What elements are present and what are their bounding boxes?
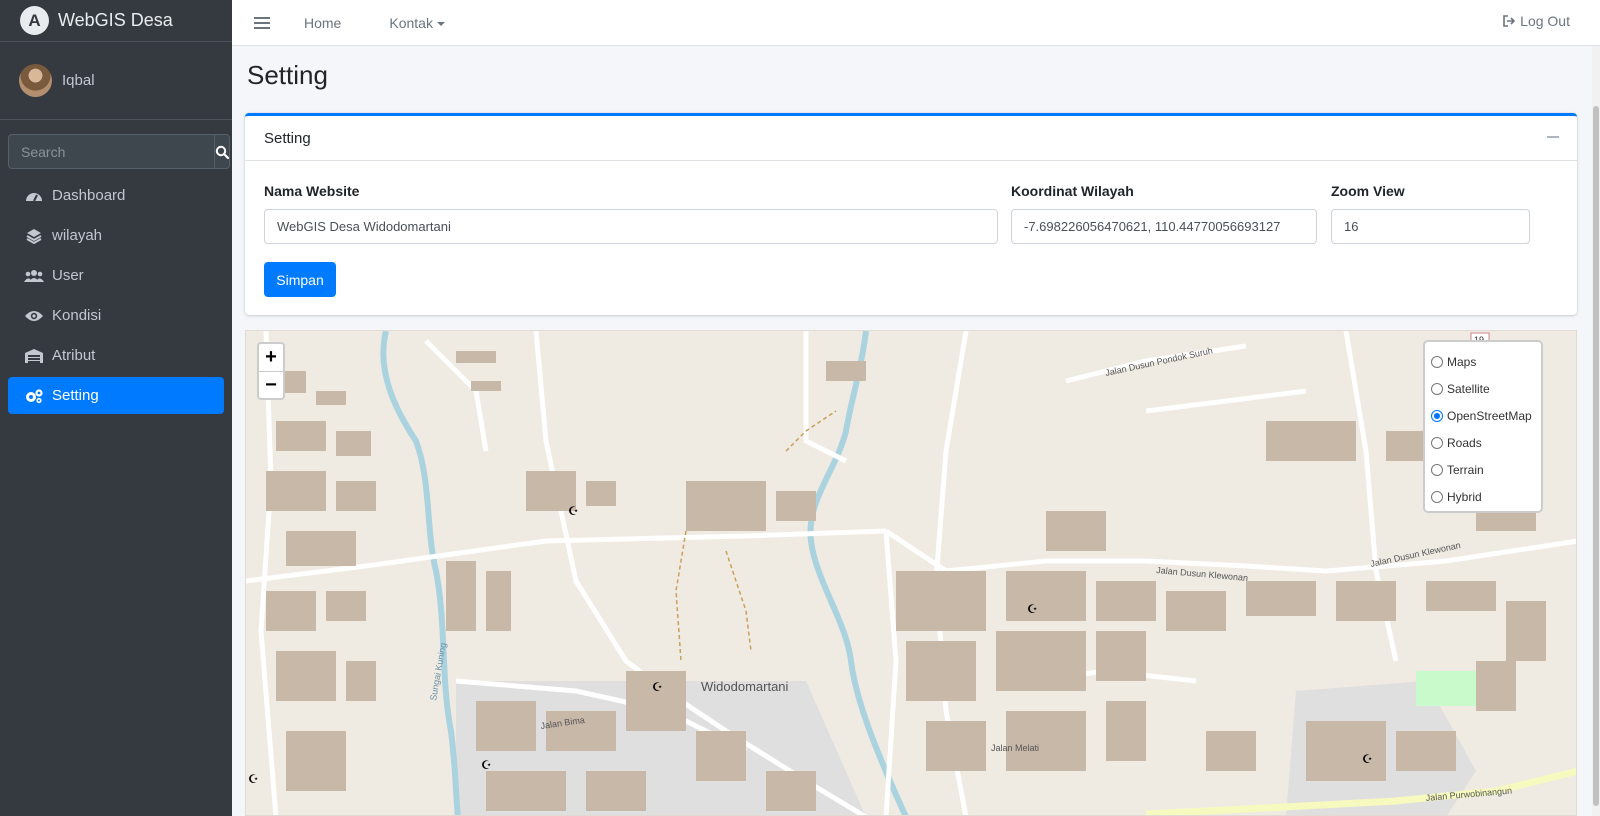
- mosque-icon[interactable]: ☪: [248, 772, 259, 786]
- zoom-in-button[interactable]: +: [259, 344, 283, 371]
- sidebar-item-dashboard[interactable]: Dashboard: [8, 177, 224, 214]
- sidebar-item-kondisi[interactable]: Kondisi: [8, 297, 224, 334]
- sidebar-item-label: Dashboard: [52, 187, 126, 204]
- setting-card: Setting Nama Website WebGIS Desa Widodom…: [245, 113, 1577, 315]
- kontak-label: Kontak: [389, 14, 433, 31]
- nama-website-input[interactable]: WebGIS Desa Widodomartani: [264, 209, 998, 244]
- map-view[interactable]: ☪ ☪ ☪ ☪ ☪ ☪ Widodomartani Jalan Dusun Po…: [245, 330, 1577, 816]
- map-tiles[interactable]: ☪ ☪ ☪ ☪ ☪ ☪ Widodomartani Jalan Dusun Po…: [246, 331, 1577, 816]
- sign-out-icon: [1503, 15, 1516, 27]
- page-scrollbar[interactable]: [1592, 46, 1600, 816]
- sidebar-item-label: User: [52, 267, 84, 284]
- nav-kontak-dropdown[interactable]: Kontak: [389, 15, 445, 31]
- zoom-view-label: Zoom View: [1331, 183, 1405, 199]
- park-area: [1416, 671, 1476, 706]
- nav-home-link[interactable]: Home: [304, 15, 341, 31]
- mosque-icon[interactable]: ☪: [481, 758, 492, 772]
- top-navbar: Home Kontak Log Out: [232, 0, 1600, 46]
- koordinat-wilayah-input[interactable]: -7.698226056470621, 110.44770056693127: [1011, 209, 1317, 244]
- road-label: Jalan Melati: [991, 743, 1039, 753]
- user-panel[interactable]: Iqbal: [0, 42, 232, 120]
- brand-link[interactable]: A WebGIS Desa: [0, 0, 232, 42]
- logout-label: Log Out: [1520, 13, 1570, 29]
- user-name[interactable]: Iqbal: [62, 72, 95, 89]
- sidebar-search: [8, 134, 230, 169]
- sidebar-item-atribut[interactable]: Atribut: [8, 337, 224, 374]
- layer-control: Maps Satellite OpenStreetMap Roads Terra…: [1423, 340, 1543, 513]
- sidebar-item-label: Atribut: [52, 347, 96, 364]
- mosque-icon[interactable]: ☪: [652, 680, 663, 694]
- nama-website-label: Nama Website: [264, 183, 360, 199]
- layer-option-satellite[interactable]: Satellite: [1431, 375, 1535, 402]
- sidebar-item-setting[interactable]: Setting: [8, 377, 224, 414]
- sidebar-item-label: Kondisi: [52, 307, 102, 324]
- menu-toggle-icon[interactable]: [254, 16, 270, 29]
- radio-button[interactable]: [1431, 490, 1443, 503]
- search-button[interactable]: [214, 134, 230, 169]
- card-header: Setting: [245, 116, 1577, 161]
- radio-button[interactable]: [1431, 355, 1443, 368]
- save-button[interactable]: Simpan: [264, 262, 336, 297]
- users-icon: [24, 266, 44, 286]
- village-label: Widodomartani: [701, 679, 789, 694]
- radio-button[interactable]: [1431, 463, 1443, 476]
- zoom-out-button[interactable]: −: [259, 371, 283, 398]
- mosque-icon[interactable]: ☪: [1362, 752, 1373, 766]
- layer-option-openstreetmap[interactable]: OpenStreetMap: [1431, 402, 1535, 429]
- card-title: Setting: [264, 129, 311, 147]
- avatar: [19, 64, 52, 97]
- layer-option-terrain[interactable]: Terrain: [1431, 456, 1535, 483]
- radio-button-checked[interactable]: [1431, 409, 1443, 422]
- scrollbar-thumb[interactable]: [1593, 106, 1599, 806]
- mosque-icon[interactable]: ☪: [568, 504, 579, 518]
- sidebar-item-wilayah[interactable]: wilayah: [8, 217, 224, 254]
- radio-button[interactable]: [1431, 436, 1443, 449]
- gears-icon: [24, 386, 44, 406]
- logout-link[interactable]: Log Out: [1502, 13, 1570, 29]
- page-title: Setting: [247, 60, 328, 90]
- sidebar-item-user[interactable]: User: [8, 257, 224, 294]
- sidebar: A WebGIS Desa Iqbal Dashboard wilayah Us…: [0, 0, 232, 816]
- mosque-icon[interactable]: ☪: [1027, 602, 1038, 616]
- layers-icon: [24, 226, 44, 246]
- layer-option-roads[interactable]: Roads: [1431, 429, 1535, 456]
- sidebar-item-label: Setting: [52, 387, 99, 404]
- zoom-view-input[interactable]: 16: [1331, 209, 1530, 244]
- search-icon: [215, 145, 229, 159]
- layer-option-hybrid[interactable]: Hybrid: [1431, 483, 1535, 510]
- dashboard-icon: [24, 186, 44, 206]
- brand-logo-icon: A: [20, 6, 49, 35]
- warehouse-icon: [24, 346, 44, 366]
- search-input[interactable]: [8, 134, 214, 169]
- sidebar-nav: Dashboard wilayah User Kondisi Atribut S…: [0, 177, 232, 414]
- collapse-icon[interactable]: [1547, 136, 1559, 138]
- koordinat-wilayah-label: Koordinat Wilayah: [1011, 183, 1134, 199]
- caret-down-icon: [436, 21, 445, 26]
- zoom-control: + −: [257, 342, 285, 400]
- radio-button[interactable]: [1431, 382, 1443, 395]
- sidebar-item-label: wilayah: [52, 227, 103, 244]
- layer-option-maps[interactable]: Maps: [1431, 348, 1535, 375]
- eye-icon: [24, 306, 44, 326]
- brand-name: WebGIS Desa: [58, 10, 173, 30]
